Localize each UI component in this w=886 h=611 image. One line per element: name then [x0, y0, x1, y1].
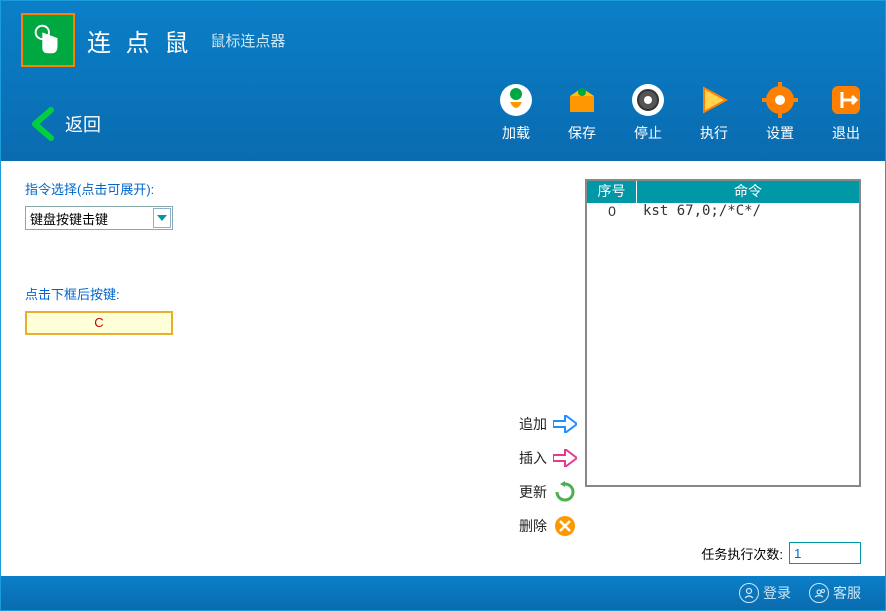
grid-header: 序号 命令	[587, 181, 859, 203]
stop-button[interactable]: 停止	[629, 81, 667, 143]
save-icon	[563, 81, 601, 119]
back-label: 返回	[65, 111, 101, 137]
run-label: 执行	[700, 123, 728, 143]
app-logo	[21, 13, 75, 67]
app-title: 连 点 鼠	[87, 23, 192, 58]
service-label: 客服	[833, 583, 861, 603]
content-area: 指令选择(点击可展开): 键盘按键击键 点击下框后按键: C 追加	[1, 161, 885, 576]
instruction-combo[interactable]: 键盘按键击键	[25, 206, 173, 230]
grid-row[interactable]: 0 kst 67,0;/*C*/	[587, 203, 859, 223]
combo-value: 键盘按键击键	[30, 209, 108, 228]
save-button[interactable]: 保存	[563, 81, 601, 143]
delete-button[interactable]: 删除	[519, 514, 577, 538]
save-label: 保存	[568, 123, 596, 143]
exec-label: 任务执行次数:	[701, 544, 783, 563]
delete-x-icon	[553, 514, 577, 538]
left-panel: 指令选择(点击可展开): 键盘按键击键 点击下框后按键: C	[25, 179, 365, 558]
user-icon	[739, 583, 759, 603]
arrow-right-pink-icon	[553, 446, 577, 470]
toolbar: 加载 保存 停止 执行	[497, 81, 865, 143]
refresh-icon	[553, 480, 577, 504]
instruction-label: 指令选择(点击可展开):	[25, 179, 365, 198]
back-arrow-icon	[29, 106, 57, 142]
header-seq: 序号	[587, 181, 637, 203]
header: 连 点 鼠 鼠标连点器 返回 加载 保存	[1, 1, 885, 161]
cell-seq: 0	[587, 203, 637, 223]
stop-icon	[629, 81, 667, 119]
login-label: 登录	[763, 583, 791, 603]
append-button[interactable]: 追加	[519, 412, 577, 436]
logo-row: 连 点 鼠 鼠标连点器	[1, 1, 885, 67]
key-label: 点击下框后按键:	[25, 284, 365, 303]
chevron-down-icon	[153, 208, 171, 228]
key-input[interactable]: C	[25, 311, 173, 335]
exec-count-input[interactable]	[789, 542, 861, 564]
app-subtitle: 鼠标连点器	[210, 30, 285, 51]
load-icon	[497, 81, 535, 119]
service-button[interactable]: 客服	[809, 583, 861, 603]
run-button[interactable]: 执行	[695, 81, 733, 143]
hand-click-icon	[29, 21, 67, 59]
stop-label: 停止	[634, 123, 662, 143]
right-panel: 序号 命令 0 kst 67,0;/*C*/ 任务执行次数:	[585, 179, 861, 558]
update-label: 更新	[519, 482, 547, 502]
action-list: 追加 插入 更新 删除	[519, 412, 577, 538]
exec-row: 任务执行次数:	[701, 542, 861, 564]
back-button[interactable]: 返回	[29, 106, 101, 142]
exit-label: 退出	[832, 123, 860, 143]
gear-icon	[761, 81, 799, 119]
settings-label: 设置	[766, 123, 794, 143]
settings-button[interactable]: 设置	[761, 81, 799, 143]
insert-label: 插入	[519, 448, 547, 468]
run-icon	[695, 81, 733, 119]
exit-icon	[827, 81, 865, 119]
headset-icon	[809, 583, 829, 603]
header-cmd: 命令	[637, 181, 859, 203]
insert-button[interactable]: 插入	[519, 446, 577, 470]
footer: 登录 客服	[1, 576, 885, 610]
load-button[interactable]: 加载	[497, 81, 535, 143]
command-grid[interactable]: 序号 命令 0 kst 67,0;/*C*/	[585, 179, 861, 487]
cell-cmd: kst 67,0;/*C*/	[637, 203, 859, 223]
mid-panel: 追加 插入 更新 删除	[365, 179, 585, 558]
exit-button[interactable]: 退出	[827, 81, 865, 143]
login-button[interactable]: 登录	[739, 583, 791, 603]
app-window: v – x 连 点 鼠 鼠标连点器 返回	[0, 0, 886, 611]
load-label: 加载	[502, 123, 530, 143]
delete-label: 删除	[519, 516, 547, 536]
arrow-right-blue-icon	[553, 412, 577, 436]
update-button[interactable]: 更新	[519, 480, 577, 504]
append-label: 追加	[519, 414, 547, 434]
